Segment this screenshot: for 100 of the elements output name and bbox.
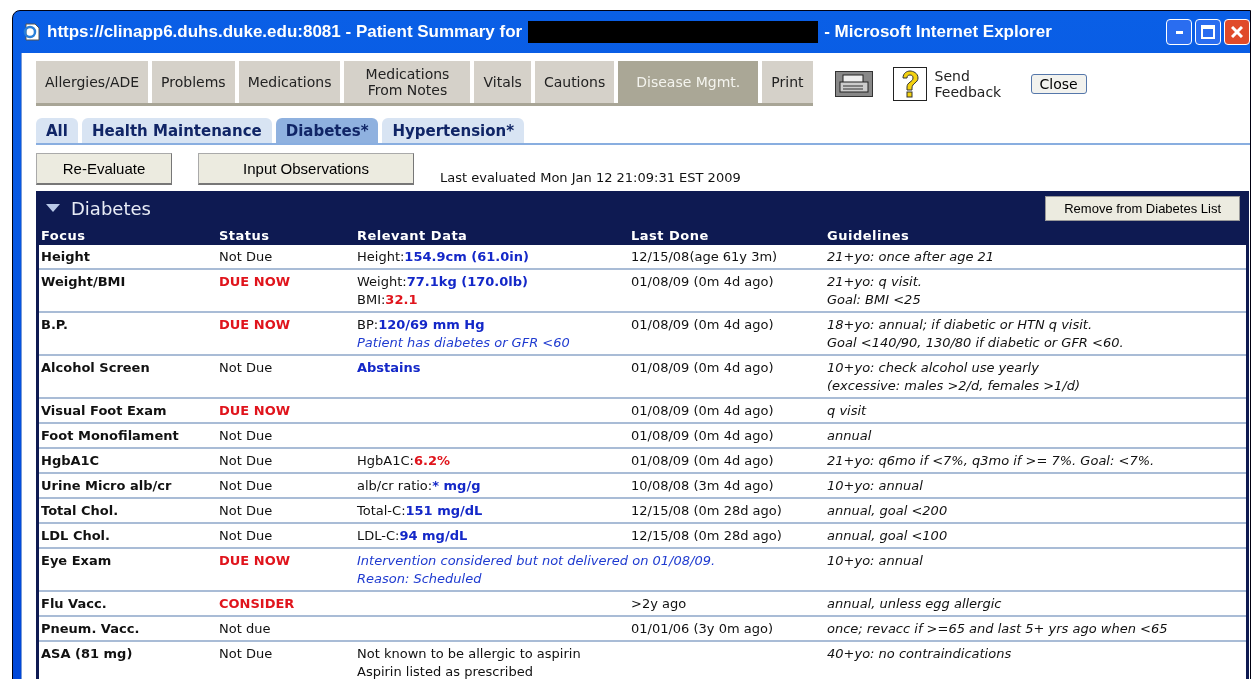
table-cell: >2y ago bbox=[631, 596, 687, 611]
guideline-text: Goal: BMI <25 bbox=[827, 291, 922, 309]
note-text: Patient has diabetes or GFR <60 bbox=[357, 334, 570, 352]
status-text: Not Due bbox=[219, 360, 273, 375]
tab[interactable]: All bbox=[36, 118, 78, 143]
table-cell: 01/08/09 (0m 4d ago) bbox=[631, 453, 774, 468]
table-cell: 01/08/09 (0m 4d ago) bbox=[631, 428, 774, 443]
action-button[interactable]: Input Observations bbox=[198, 153, 414, 185]
data-line: LDL-C:94 mg/dL bbox=[357, 527, 468, 545]
minimize-button[interactable] bbox=[1166, 19, 1192, 45]
close-button[interactable] bbox=[1224, 19, 1250, 45]
table-cell: HgbA1C bbox=[41, 453, 100, 468]
window-title: https://clinapp6.duhs.duke.edu:8081 - Patient Summary for bbox=[47, 22, 523, 42]
close-button[interactable]: Close bbox=[1030, 73, 1087, 94]
data-line: Height:154.9cm (61.0in) bbox=[357, 248, 529, 266]
table-cell: 01/08/09 (0m 4d ago) bbox=[631, 360, 774, 375]
note-text: Intervention considered but not delivered on 01/08/09. bbox=[357, 552, 716, 570]
tab[interactable]: Medications From Notes bbox=[344, 61, 471, 103]
tab[interactable]: Vitals bbox=[474, 61, 531, 103]
data-line: BP:120/69 mm Hg bbox=[357, 316, 485, 334]
tab[interactable]: Health Maintenance bbox=[81, 118, 272, 143]
action-button[interactable]: Re-Evaluate bbox=[36, 153, 172, 185]
status-text: Not Due bbox=[219, 478, 273, 493]
guideline-text: 40+yo: no contraindications bbox=[827, 645, 1013, 663]
status-text: DUE NOW bbox=[219, 274, 291, 289]
data-line: BMI:32.1 bbox=[357, 291, 418, 309]
app-name: - Microsoft Internet Explorer bbox=[824, 22, 1052, 42]
tab[interactable]: Medications bbox=[238, 61, 341, 103]
status-text: CONSIDER bbox=[219, 596, 295, 611]
status-text: Not Due bbox=[219, 503, 273, 518]
guideline-text: 21+yo: q6mo if <7%, q3mo if >= 7%. Goal: <7%. bbox=[827, 452, 1156, 470]
tab[interactable]: Print bbox=[762, 61, 813, 103]
maximize-button[interactable] bbox=[1195, 19, 1221, 45]
close-icon bbox=[1231, 26, 1243, 38]
printer-icon[interactable] bbox=[834, 70, 873, 97]
guideline-text: 10+yo: annual bbox=[827, 552, 924, 570]
status-text: DUE NOW bbox=[219, 317, 291, 332]
table-cell: ASA (81 mg) bbox=[41, 646, 133, 661]
collapse-icon[interactable] bbox=[45, 203, 61, 213]
help-icon[interactable] bbox=[892, 66, 927, 101]
guideline-text: annual, goal <200 bbox=[827, 502, 949, 520]
send-feedback-link[interactable]: Send Feedback bbox=[934, 67, 1015, 100]
tab[interactable]: Problems bbox=[152, 61, 235, 103]
table-cell: 01/08/09 (0m 4d ago) bbox=[631, 317, 774, 332]
guideline-text: 21+yo: q visit. bbox=[827, 273, 923, 291]
table-cell: Total Chol. bbox=[41, 503, 119, 518]
status-text: Not Due bbox=[219, 528, 273, 543]
tab[interactable]: Hypertension* bbox=[382, 118, 525, 143]
table-cell: LDL Chol. bbox=[41, 528, 110, 543]
guideline-text: q visit bbox=[827, 402, 868, 420]
status-text: DUE NOW bbox=[219, 403, 291, 418]
table-cell: Height bbox=[41, 249, 90, 264]
remove-button[interactable]: Remove from Diabetes List bbox=[1045, 195, 1240, 221]
status-text: Not due bbox=[219, 621, 271, 636]
column-header: Guidelines bbox=[825, 225, 1246, 245]
table-cell: 12/15/08 (0m 28d ago) bbox=[631, 528, 782, 543]
table-cell: Weight/BMI bbox=[41, 274, 126, 289]
data-line: Weight:77.1kg (170.0lb) bbox=[357, 273, 528, 291]
maximize-icon bbox=[1201, 25, 1215, 39]
document-icon bbox=[23, 23, 41, 41]
guideline-text: 10+yo: check alcohol use yearly bbox=[827, 359, 1040, 377]
guideline-text: (excessive: males >2/d, females >1/d) bbox=[827, 377, 1082, 395]
status-text: DUE NOW bbox=[219, 553, 291, 568]
note-text: Reason: Scheduled bbox=[357, 570, 482, 588]
tab[interactable]: Diabetes* bbox=[275, 118, 379, 143]
data-line: Total-C:151 mg/dL bbox=[357, 502, 483, 520]
data-line: Aspirin listed as prescribed bbox=[357, 663, 533, 679]
table-cell: 10/08/08 (3m 4d ago) bbox=[631, 478, 774, 493]
tab[interactable]: Cautions bbox=[534, 61, 615, 103]
table-cell: 01/08/09 (0m 4d ago) bbox=[631, 274, 774, 289]
table-cell: Urine Micro alb/cr bbox=[41, 478, 172, 493]
table-cell: 12/15/08 (0m 28d ago) bbox=[631, 503, 782, 518]
column-header: Status bbox=[217, 225, 355, 245]
column-header: Relevant Data bbox=[355, 225, 629, 245]
guideline-text: 21+yo: once after age 21 bbox=[827, 248, 996, 266]
status-text: Not Due bbox=[219, 428, 273, 443]
guideline-text: 10+yo: annual bbox=[827, 477, 924, 495]
guideline-text: annual, goal <100 bbox=[827, 527, 949, 545]
table-cell: 01/08/09 (0m 4d ago) bbox=[631, 403, 774, 418]
column-header: Last Done bbox=[629, 225, 825, 245]
panel-title: Diabetes bbox=[71, 197, 151, 219]
table-cell: Alcohol Screen bbox=[41, 360, 150, 375]
table-cell: Eye Exam bbox=[41, 553, 112, 568]
data-line: Not known to be allergic to aspirin bbox=[357, 645, 581, 663]
table-cell: Foot Monofilament bbox=[41, 428, 179, 443]
column-header: Focus bbox=[39, 225, 217, 245]
data-line: HgbA1C:6.2% bbox=[357, 452, 450, 470]
table-cell: B.P. bbox=[41, 317, 68, 332]
table-cell: 12/15/08(age 61y 3m) bbox=[631, 249, 778, 264]
minimize-icon bbox=[1175, 30, 1183, 34]
guideline-text: annual bbox=[827, 427, 873, 445]
last-evaluated-text: Last evaluated Mon Jan 12 21:09:31 EST 2009 bbox=[440, 170, 741, 185]
status-text: Not Due bbox=[219, 249, 273, 264]
table-cell: Visual Foot Exam bbox=[41, 403, 167, 418]
status-text: Not Due bbox=[219, 646, 273, 661]
guideline-text: once; revacc if >=65 and last 5+ yrs ago when <65 bbox=[827, 620, 1169, 638]
data-line: alb/cr ratio:* mg/g bbox=[357, 477, 481, 495]
tab[interactable]: Allergies/ADE bbox=[36, 61, 149, 103]
table-cell: Pneum. Vacc. bbox=[41, 621, 140, 636]
guideline-text: 18+yo: annual; if diabetic or HTN q visit. bbox=[827, 316, 1094, 334]
